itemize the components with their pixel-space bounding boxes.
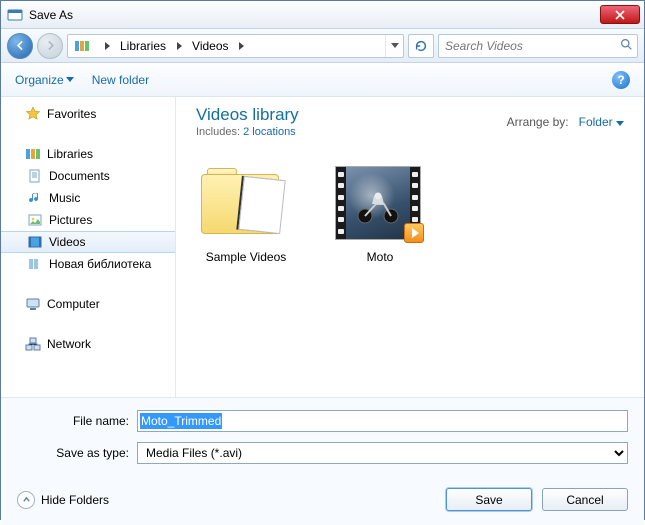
sidebar-item-label: Videos xyxy=(49,235,85,249)
sidebar-libraries[interactable]: Libraries xyxy=(1,143,175,165)
sidebar-item-music[interactable]: Music xyxy=(1,187,175,209)
content-area: Videos library Includes: 2 locations Arr… xyxy=(176,97,644,397)
sidebar-item-new-library[interactable]: Новая библиотека xyxy=(1,253,175,275)
sidebar-computer-label: Computer xyxy=(47,297,100,311)
breadcrumb-chevron-icon[interactable] xyxy=(100,35,114,57)
item-label: Sample Videos xyxy=(196,250,296,264)
titlebar: Save As xyxy=(1,1,644,29)
arrange-by: Arrange by: Folder xyxy=(507,115,624,129)
breadcrumb-dropdown[interactable] xyxy=(385,35,403,57)
dialog-footer: Hide Folders Save Cancel xyxy=(1,478,644,525)
sidebar-item-label: Pictures xyxy=(49,213,92,227)
libraries-icon xyxy=(74,38,90,54)
sidebar-favorites-label: Favorites xyxy=(47,107,96,121)
sidebar-item-videos[interactable]: Videos xyxy=(1,231,175,253)
organize-label: Organize xyxy=(15,73,64,87)
toolbar: Organize New folder ? xyxy=(1,63,644,97)
video-thumbnail xyxy=(335,166,421,240)
nav-forward-button[interactable] xyxy=(37,33,63,59)
network-icon xyxy=(25,336,41,352)
sidebar-network-label: Network xyxy=(47,337,91,351)
nav-back-button[interactable] xyxy=(7,33,33,59)
window-title: Save As xyxy=(29,8,600,22)
breadcrumb-item-videos[interactable]: Videos xyxy=(186,35,234,57)
sidebar-libraries-label: Libraries xyxy=(47,147,93,161)
videos-icon xyxy=(27,234,43,250)
sidebar-item-label: Music xyxy=(49,191,80,205)
music-icon xyxy=(27,190,43,206)
breadcrumb-chevron-icon[interactable] xyxy=(235,35,249,57)
documents-icon xyxy=(27,168,43,184)
hide-folders-button[interactable]: Hide Folders xyxy=(17,491,109,509)
filetype-select[interactable]: Media Files (*.avi) xyxy=(137,442,628,464)
filename-label: File name: xyxy=(17,414,137,428)
chevron-up-icon xyxy=(17,491,35,509)
sidebar-item-label: Новая библиотека xyxy=(49,257,151,271)
sidebar-computer[interactable]: Computer xyxy=(1,293,175,315)
hide-folders-label: Hide Folders xyxy=(41,493,109,507)
app-icon xyxy=(7,7,23,23)
breadcrumb[interactable]: Libraries Videos xyxy=(67,34,404,58)
breadcrumb-chevron-icon[interactable] xyxy=(172,35,186,57)
breadcrumb-item-libraries[interactable]: Libraries xyxy=(114,35,172,57)
filetype-label: Save as type: xyxy=(17,446,137,460)
new-folder-button[interactable]: New folder xyxy=(92,73,149,87)
pictures-icon xyxy=(27,212,43,228)
item-label: Moto xyxy=(330,250,430,264)
search-icon xyxy=(620,38,633,54)
save-form: File name: Moto_Trimmed Save as type: Me… xyxy=(1,398,644,478)
sidebar-item-documents[interactable]: Documents xyxy=(1,165,175,187)
locations-link[interactable]: 2 locations xyxy=(243,126,296,138)
star-icon xyxy=(25,106,41,122)
search-box[interactable] xyxy=(438,34,638,58)
refresh-button[interactable] xyxy=(408,34,434,58)
play-overlay-icon xyxy=(404,223,424,243)
breadcrumb-root[interactable] xyxy=(68,35,100,57)
sidebar-network[interactable]: Network xyxy=(1,333,175,355)
close-button[interactable] xyxy=(600,5,640,24)
sidebar-favorites[interactable]: Favorites xyxy=(1,103,175,125)
sidebar-item-pictures[interactable]: Pictures xyxy=(1,209,175,231)
chevron-down-icon xyxy=(66,77,74,82)
library-icon xyxy=(27,256,43,272)
help-button[interactable]: ? xyxy=(612,71,630,89)
save-button[interactable]: Save xyxy=(446,488,532,511)
sidebar-item-label: Documents xyxy=(49,169,110,183)
folder-item-sample-videos[interactable]: Sample Videos xyxy=(196,166,296,264)
cancel-button[interactable]: Cancel xyxy=(542,488,628,511)
organize-menu[interactable]: Organize xyxy=(15,73,74,87)
file-item-moto[interactable]: Moto xyxy=(330,166,430,264)
computer-icon xyxy=(25,296,41,312)
filename-input[interactable] xyxy=(137,410,628,432)
folder-icon xyxy=(201,166,287,240)
navbar: Libraries Videos xyxy=(1,29,644,63)
new-folder-label: New folder xyxy=(92,73,149,87)
libraries-icon xyxy=(25,146,41,162)
sidebar: Favorites Libraries Documents xyxy=(1,97,176,397)
search-input[interactable] xyxy=(443,38,633,54)
arrange-by-dropdown[interactable]: Folder xyxy=(579,115,624,129)
